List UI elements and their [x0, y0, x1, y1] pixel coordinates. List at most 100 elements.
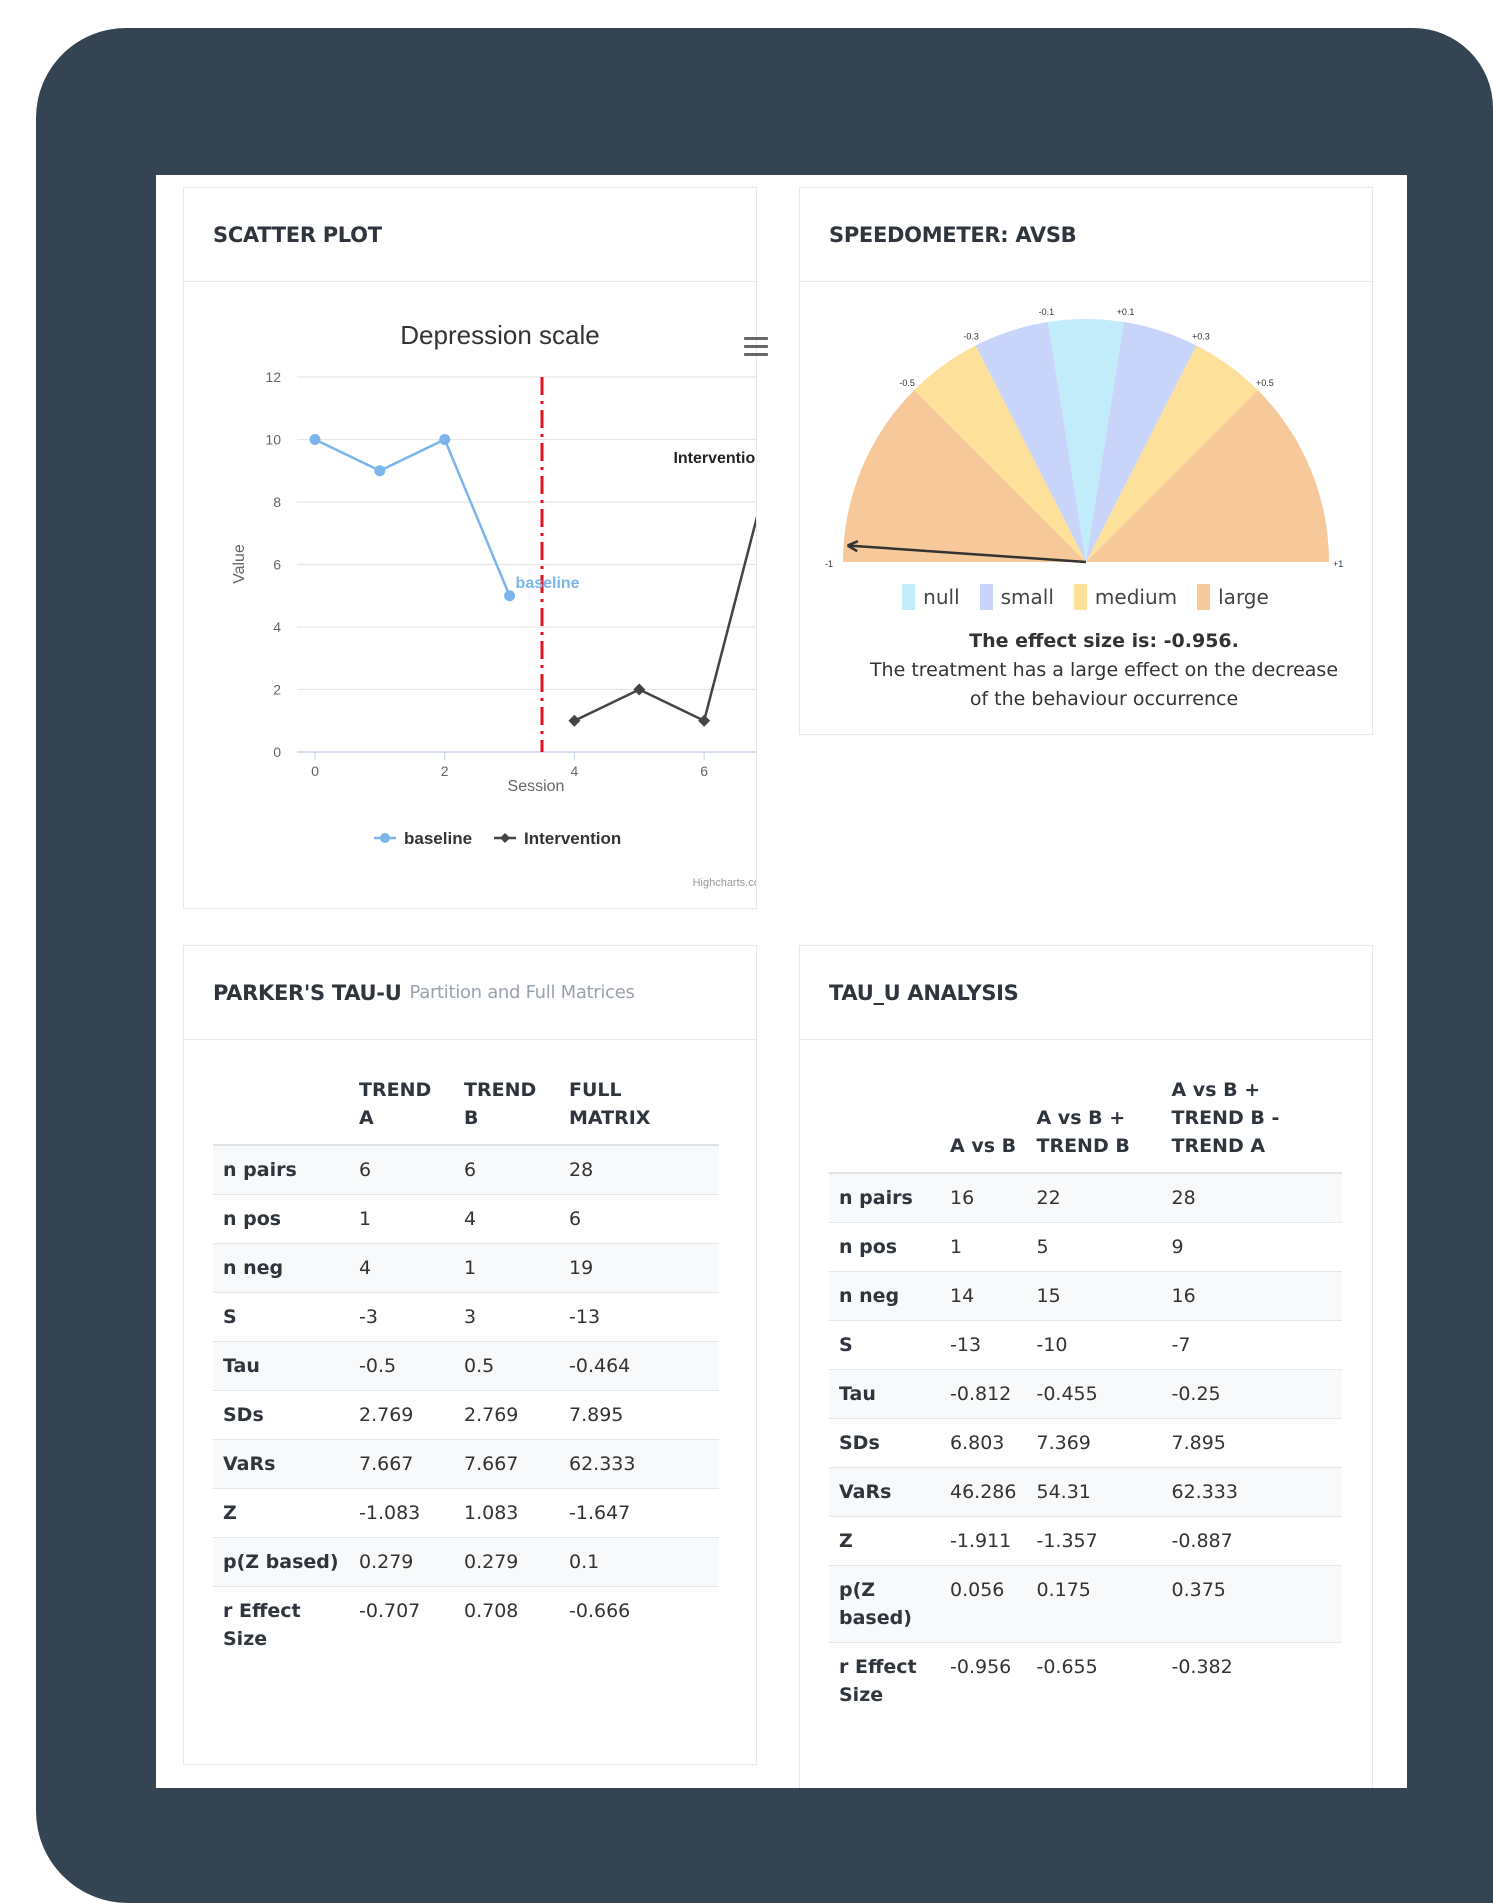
legend-marker [380, 833, 390, 843]
chart-credits[interactable]: Highcharts.com [693, 877, 769, 889]
row-label: VaRs [213, 1439, 349, 1489]
table-cell: -13 [559, 1292, 719, 1342]
y-tick-label: 6 [273, 557, 281, 573]
column-header: TREND A [349, 1076, 454, 1146]
parker-tau-u-table: TREND A TREND B FULL MATRIX n pairs 6 6 28 n p… [213, 1076, 719, 1663]
table-cell: 0.1 [559, 1537, 719, 1587]
gauge-tick-label: -0.1 [1039, 307, 1055, 317]
legend-label[interactable]: baseline [404, 829, 472, 848]
table-wrapper: TREND A TREND B FULL MATRIX n pairs 6 6 28 n p… [213, 1076, 719, 1663]
x-tick-label: 0 [311, 763, 319, 779]
tau-u-analysis-panel: TAU_U ANALYSIS A vs BA vs B + TREND BA v… [799, 945, 1373, 1788]
data-point[interactable] [504, 590, 516, 602]
table-cell: -3 [349, 1292, 454, 1342]
scatter-plot-panel: SCATTER PLOT Depression scale 0 2 4 6 8 10 12 0 2… [183, 187, 775, 909]
table-cell: 9 [1161, 1222, 1343, 1272]
panel-subtitle: Partition and Full Matrices [409, 982, 635, 1003]
table-cell: 1 [454, 1243, 559, 1293]
effect-summary: The effect size is: -0.956. The treatmen… [800, 627, 1407, 714]
row-label: Tau [213, 1341, 349, 1391]
legend-item-null: null [902, 584, 960, 610]
series-line [314, 437, 511, 597]
effect-size-line: The effect size is: -0.956. [969, 630, 1239, 652]
table-cell: 0.5 [454, 1341, 559, 1391]
legend-item-small: small [979, 584, 1054, 610]
data-point[interactable] [309, 434, 321, 445]
x-tick-label: 2 [441, 763, 449, 779]
table-cell: 7.895 [1161, 1418, 1343, 1468]
table-cell: -1.911 [940, 1516, 1027, 1566]
table-cell: -0.655 [1026, 1642, 1162, 1719]
gauge-tick-label: +1 [1333, 559, 1343, 569]
table-row: Tau -0.812 -0.455 -0.25 [829, 1369, 1343, 1419]
column-header [213, 1076, 349, 1146]
table-cell: 0.279 [454, 1537, 559, 1587]
panel-title: SPEEDOMETER: AVSB [829, 222, 1077, 247]
data-point[interactable] [439, 434, 451, 445]
data-point[interactable] [374, 465, 386, 477]
column-header: A vs B + TREND B - TREND A [1161, 1076, 1343, 1174]
table-row: r Effect Size -0.956 -0.655 -0.382 [829, 1642, 1343, 1719]
column-header: FULL MATRIX [559, 1076, 719, 1146]
table-row: Tau -0.5 0.5 -0.464 [213, 1341, 719, 1391]
table-cell: 4 [349, 1243, 454, 1293]
table-cell: 6 [454, 1144, 559, 1195]
table-cell: 7.895 [559, 1390, 719, 1440]
table-wrapper: A vs BA vs B + TREND BA vs B + TREND B -… [829, 1076, 1343, 1719]
gauge-tick-label: -1 [825, 559, 833, 569]
speedometer-panel: SPEEDOMETER: AVSB -1 -0.5 -0.3 -0.1 +0.1 +0.3… [799, 187, 1373, 735]
chart-title: Depression scale [400, 320, 599, 350]
scatter-chart: Depression scale 0 2 4 6 8 10 12 0 2 4 6 Session Valu… [231, 320, 775, 889]
legend-label[interactable]: Intervention [524, 829, 621, 848]
table-row: r Effect Size -0.707 0.708 -0.666 [213, 1586, 719, 1663]
table-cell: 6 [559, 1194, 719, 1244]
app-screen: SCATTER PLOT Depression scale 0 2 4 6 8 10 12 0 2… [156, 175, 1407, 1788]
column-header [829, 1076, 940, 1174]
y-axis-title: Value [231, 544, 248, 584]
y-tick-label: 4 [273, 619, 281, 635]
hamburger-icon[interactable] [744, 337, 768, 357]
table-row: VaRs 46.286 54.31 62.333 [829, 1467, 1343, 1517]
row-label: SDs [829, 1418, 940, 1468]
row-label: Z [213, 1488, 349, 1538]
table-row: S -3 3 -13 [213, 1292, 719, 1342]
table-cell: 14 [940, 1271, 1027, 1321]
table-row: n pairs 16 22 28 [829, 1172, 1343, 1223]
table-cell: -0.707 [349, 1586, 454, 1663]
table-header-row: TREND A TREND B FULL MATRIX [213, 1076, 719, 1146]
table-cell: -1.357 [1026, 1516, 1162, 1566]
legend-item-medium: medium [1073, 584, 1177, 610]
y-tick-label: 2 [273, 682, 281, 698]
gauge-area: -1 -0.5 -0.3 -0.1 +0.1 +0.3 +0.5 +1 null small me… [800, 282, 1372, 734]
panel-header: PARKER'S TAU-U Partition and Full Matric… [184, 946, 756, 1040]
row-label: n pos [213, 1194, 349, 1244]
data-point[interactable] [698, 714, 711, 727]
y-tick-label: 8 [273, 494, 281, 510]
table-row: p(Z based) 0.056 0.175 0.375 [829, 1565, 1343, 1643]
gauge-tick-label: -0.3 [963, 332, 979, 342]
table-row: n pos 1 5 9 [829, 1222, 1343, 1272]
data-point[interactable] [633, 683, 646, 696]
table-cell: 54.31 [1026, 1467, 1162, 1517]
row-label: p(Z based) [829, 1565, 940, 1643]
row-label: n pairs [829, 1172, 940, 1223]
row-label: VaRs [829, 1467, 940, 1517]
tau-u-analysis-table: A vs BA vs B + TREND BA vs B + TREND B -… [829, 1076, 1343, 1719]
table-cell: -1.083 [349, 1488, 454, 1538]
row-label: n neg [829, 1271, 940, 1321]
table-cell: 4 [454, 1194, 559, 1244]
panel-header: SPEEDOMETER: AVSB [800, 188, 1372, 282]
gauge-tick-label: +0.1 [1117, 307, 1135, 317]
panel-header: SCATTER PLOT [184, 188, 756, 282]
column-header: TREND B [454, 1076, 559, 1146]
data-point[interactable] [568, 714, 581, 727]
y-tick-label: 0 [273, 744, 281, 760]
table-cell: 0.279 [349, 1537, 454, 1587]
table-cell: 15 [1026, 1271, 1162, 1321]
table-cell: 28 [559, 1144, 719, 1195]
table-cell: 7.369 [1026, 1418, 1162, 1468]
effect-description: The treatment has a large effect on the … [869, 659, 1339, 710]
row-label: SDs [213, 1390, 349, 1440]
row-label: r Effect Size [213, 1586, 349, 1663]
table-cell: 46.286 [940, 1467, 1027, 1517]
